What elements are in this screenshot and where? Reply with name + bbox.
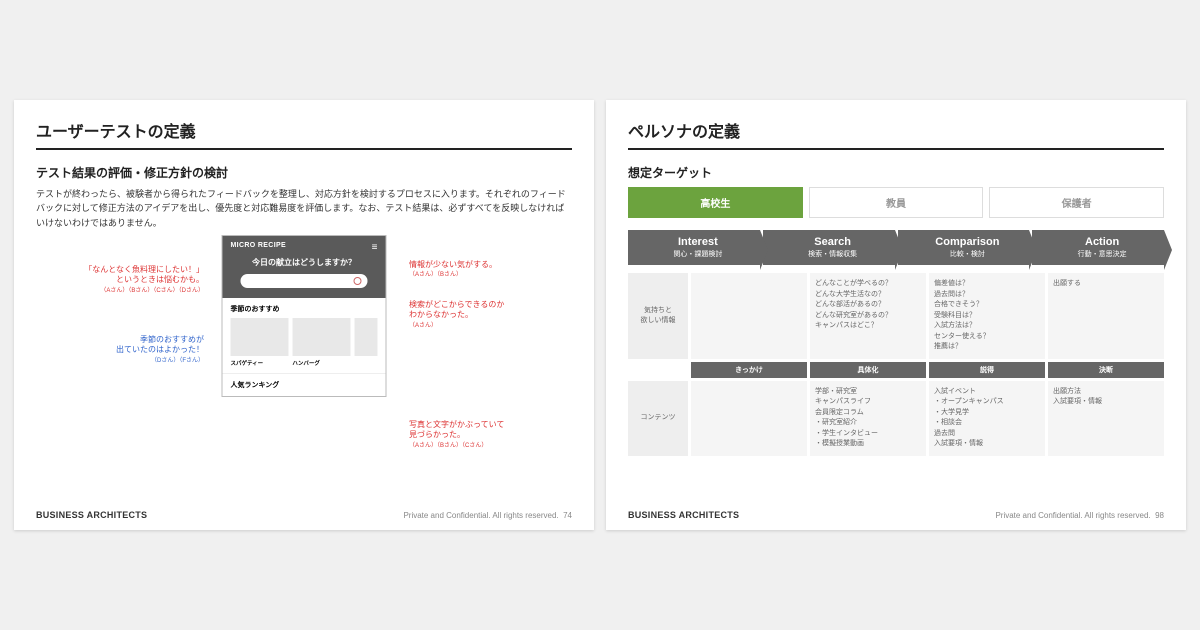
tab-parent[interactable]: 保護者 [989,187,1164,218]
tab-teacher[interactable]: 教員 [809,187,984,218]
annotation: 季節のおすすめが 出ていたのはよかった！（Dさん）（Fさん） [79,335,204,366]
journey-grid: 気持ちと 欲しい情報 どんなことが学べるの？ どんな大学生活なの？ どんな部活が… [628,273,1164,456]
subtitle: 想定ターゲット [628,164,1164,181]
slide-title: ユーザーテストの定義 [36,118,572,150]
tab-student[interactable]: 高校生 [628,187,803,218]
mock-brand: MICRO RECIPE [231,242,378,249]
annotation: 情報が少ない気がする。（Aさん）（Bさん） [409,260,549,280]
slide-title: ペルソナの定義 [628,118,1164,150]
body-text: テストが終わったら、被験者から得られたフィードバックを整理し、対応方針を検討する… [36,187,572,230]
slide-footer: BUSINESS ARCHITECTS Private and Confiden… [628,510,1164,520]
slide-left: ユーザーテストの定義 テスト結果の評価・修正方針の検討 テストが終わったら、被験… [14,100,594,530]
section-heading: 季節のおすすめ [231,304,378,314]
annotation: 写真と文字がかぶっていて 見づらかった。（Aさん）（Bさん）（Cさん） [409,420,549,451]
annotation: 「なんとなく魚料理にしたい！」 というときは悩むかも。（Aさん）（Bさん）（Cさ… [54,265,204,296]
journey-stages: Interest関心・課題検討 Search検索・情報収集 Comparison… [628,230,1164,265]
search-input [241,274,368,288]
subtitle: テスト結果の評価・修正方針の検討 [36,164,572,181]
company-logo: BUSINESS ARCHITECTS [36,510,147,520]
annotation: 検索がどこからできるのか わからなかった。（Aさん） [409,300,549,331]
mock-question: 今日の献立はどうしますか？ [231,257,378,268]
persona-tabs: 高校生 教員 保護者 [628,187,1164,218]
company-logo: BUSINESS ARCHITECTS [628,510,739,520]
hamburger-icon: ≡ [372,242,378,253]
app-mockup: MICRO RECIPE ≡ 今日の献立はどうしますか？ 季節のおすすめ スパゲ… [222,235,387,397]
section-heading: 人気ランキング [231,380,378,390]
slide-right: ペルソナの定義 想定ターゲット 高校生 教員 保護者 Interest関心・課題… [606,100,1186,530]
slide-footer: BUSINESS ARCHITECTS Private and Confiden… [36,510,572,520]
